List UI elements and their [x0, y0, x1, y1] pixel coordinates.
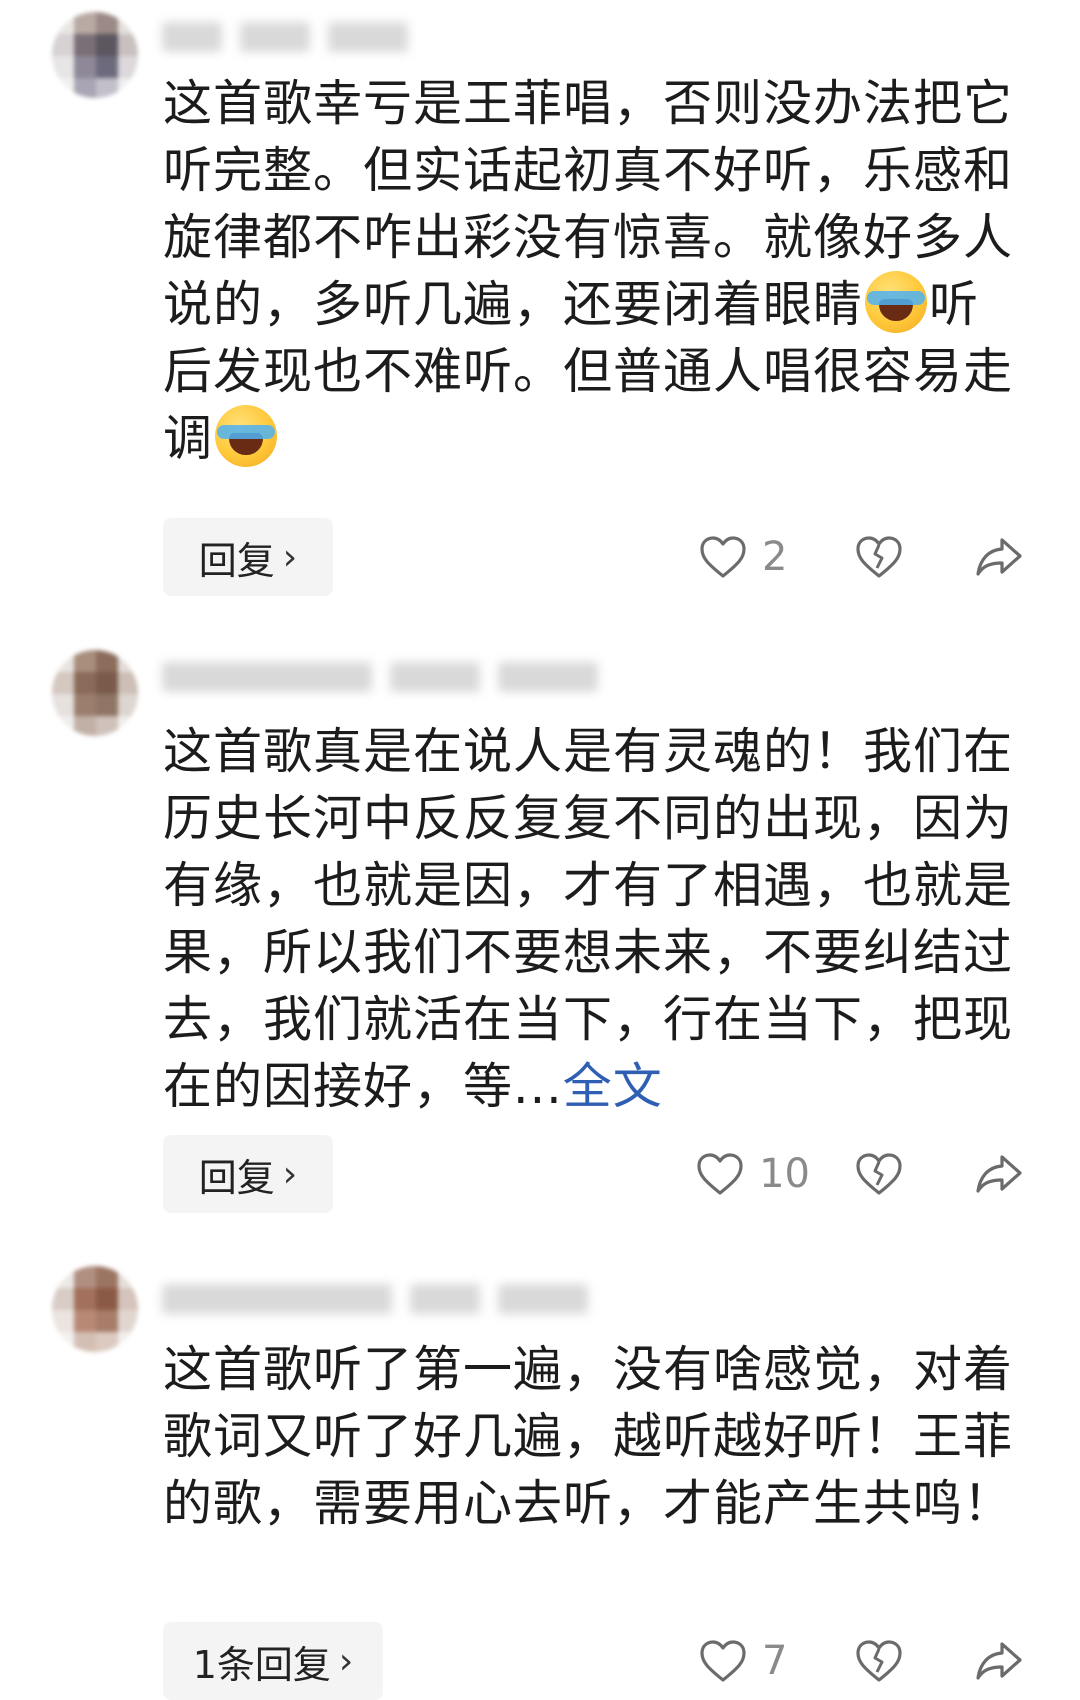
like-count: 2 — [762, 534, 788, 580]
reply-label: 回复 — [198, 538, 275, 583]
like-button[interactable]: 7 — [698, 1638, 802, 1684]
expand-fulltext-link[interactable]: 全文 — [563, 1058, 663, 1115]
like-count: 7 — [762, 1638, 788, 1684]
share-arrow-icon — [974, 1638, 1024, 1684]
heart-outline-icon — [698, 534, 748, 580]
comment-text: 这首歌听了第一遍，没有啥感觉，对着歌词又听了好几遍，越听越好听！王菲的歌，需要用… — [163, 1341, 1014, 1532]
comment-actions: 2 — [698, 518, 1024, 596]
chevron-right-icon: › — [282, 536, 298, 578]
share-arrow-icon — [974, 534, 1024, 580]
avatar[interactable] — [52, 1266, 138, 1352]
reply-button[interactable]: 回复 › — [163, 1135, 333, 1213]
reply-label: 回复 — [198, 1155, 275, 1200]
reply-label: 1条回复 — [192, 1642, 331, 1687]
comment-text: 这首歌幸亏是王菲唱，否则没办法把它听完整。但实话起初真不好听，乐感和旋律都不咋出… — [163, 75, 1014, 467]
avatar[interactable] — [52, 12, 138, 98]
broken-heart-icon — [854, 1151, 904, 1197]
heart-outline-icon — [698, 1638, 748, 1684]
heart-outline-icon — [695, 1151, 745, 1197]
username-blurred[interactable] — [162, 656, 598, 698]
like-button[interactable]: 2 — [698, 534, 802, 580]
like-button[interactable]: 10 — [695, 1151, 810, 1197]
avatar[interactable] — [52, 650, 138, 736]
broken-heart-icon — [854, 1638, 904, 1684]
chevron-right-icon: › — [338, 1640, 354, 1682]
laughing-crying-emoji-icon — [215, 405, 278, 467]
share-button[interactable] — [974, 534, 1024, 580]
username-blurred[interactable] — [162, 1278, 588, 1320]
share-button[interactable] — [974, 1151, 1024, 1197]
username-blurred[interactable] — [162, 16, 408, 58]
comment-actions: 7 — [698, 1622, 1024, 1700]
reply-button[interactable]: 1条回复 › — [163, 1622, 383, 1700]
share-arrow-icon — [974, 1151, 1024, 1197]
laughing-crying-emoji-icon — [865, 271, 928, 333]
comment-text: 这首歌真是在说人是有灵魂的！我们在历史长河中反反复复不同的出现，因为有缘，也就是… — [163, 723, 1014, 1115]
chevron-right-icon: › — [282, 1153, 298, 1195]
dislike-button[interactable] — [854, 1151, 904, 1197]
dislike-button[interactable] — [854, 534, 904, 580]
like-count: 10 — [759, 1151, 810, 1197]
reply-button[interactable]: 回复 › — [163, 518, 333, 596]
share-button[interactable] — [974, 1638, 1024, 1684]
comment-actions: 10 — [695, 1135, 1024, 1213]
dislike-button[interactable] — [854, 1638, 904, 1684]
broken-heart-icon — [854, 534, 904, 580]
